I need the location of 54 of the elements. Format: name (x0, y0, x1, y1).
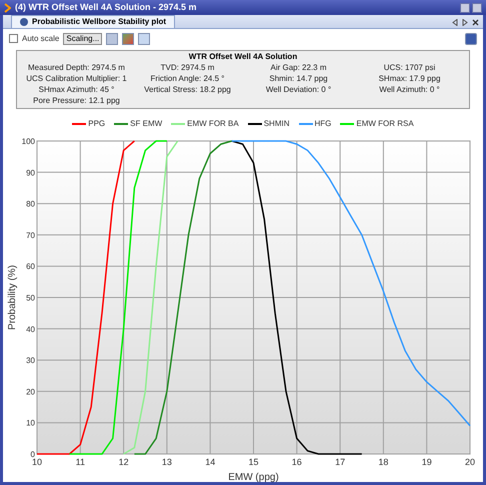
info-item: UCS: 1707 psi (382, 62, 436, 73)
y-tick-label: 80 (26, 200, 35, 209)
x-tick-label: 13 (162, 457, 172, 467)
x-tick-label: 19 (422, 457, 432, 467)
y-tick-label: 10 (26, 418, 35, 428)
info-item: Well Azimuth: 0 ° (378, 84, 441, 95)
close-button[interactable] (472, 2, 482, 12)
info-item: UCS Calibration Multiplier: 1 (25, 73, 128, 84)
info-item: SHmax: 17.9 ppg (378, 73, 442, 84)
legend-label: SF EMW (130, 118, 162, 130)
legend-label: SHMIN (264, 118, 290, 130)
legend-label: EMW FOR RSA (356, 118, 414, 130)
info-item: Well Deviation: 0 ° (264, 84, 332, 95)
chevron-icon (4, 2, 11, 12)
x-tick-label: 18 (378, 457, 388, 467)
y-tick-label: 50 (26, 294, 35, 302)
x-tick-label: 10 (32, 457, 42, 467)
restore-button[interactable] (460, 2, 470, 12)
info-item: Friction Angle: 24.5 ° (150, 73, 226, 84)
x-tick-label: 16 (292, 457, 302, 467)
x-tick-label: 15 (248, 457, 258, 467)
y-axis-title: Probability (%) (7, 264, 18, 330)
info-item: Shmin: 14.7 ppg (268, 73, 329, 84)
x-tick-label: 14 (205, 457, 216, 467)
scaling-button[interactable]: Scaling... (63, 32, 102, 44)
info-item: TVD: 2974.5 m (160, 62, 216, 73)
y-tick-label: 60 (26, 262, 35, 272)
auto-scale-label: Auto scale (22, 32, 60, 44)
legend-label: EMW FOR BA (187, 118, 239, 130)
info-item: Pore Pressure: 12.1 ppg (32, 95, 121, 106)
y-tick-label: 70 (26, 230, 35, 240)
y-tick-label: 90 (26, 168, 35, 178)
x-tick-label: 12 (118, 457, 129, 467)
y-tick-label: 40 (26, 324, 35, 334)
auto-scale-checkbox[interactable] (9, 34, 18, 43)
window-title: (4) WTR Offset Well 4A Solution - 2974.5 m (15, 0, 197, 14)
y-tick-label: 20 (26, 387, 35, 396)
plot-tab[interactable]: Probabilistic Wellbore Stability plot (11, 15, 176, 28)
x-tick-label: 17 (335, 457, 346, 467)
x-tick-label: 20 (465, 457, 475, 467)
y-tick-label: 0 (30, 450, 35, 459)
y-tick-label: 30 (26, 356, 35, 366)
info-item: SHmax Azimuth: 45 ° (38, 84, 116, 95)
x-tick-label: 11 (76, 457, 85, 467)
legend-label: HFG (314, 118, 332, 130)
scroll-right-icon[interactable] (462, 19, 468, 26)
info-title: WTR Offset Well 4A Solution (188, 51, 298, 62)
info-item: Vertical Stress: 18.2 ppg (143, 84, 232, 95)
info-item: Measured Depth: 2974.5 m (27, 62, 126, 73)
y-tick-label: 100 (22, 137, 35, 146)
x-axis-title: EMW (ppg) (228, 472, 279, 482)
scroll-left-icon[interactable] (452, 19, 458, 26)
info-item: Air Gap: 22.3 m (269, 62, 328, 73)
legend-label: PPG (88, 118, 106, 130)
